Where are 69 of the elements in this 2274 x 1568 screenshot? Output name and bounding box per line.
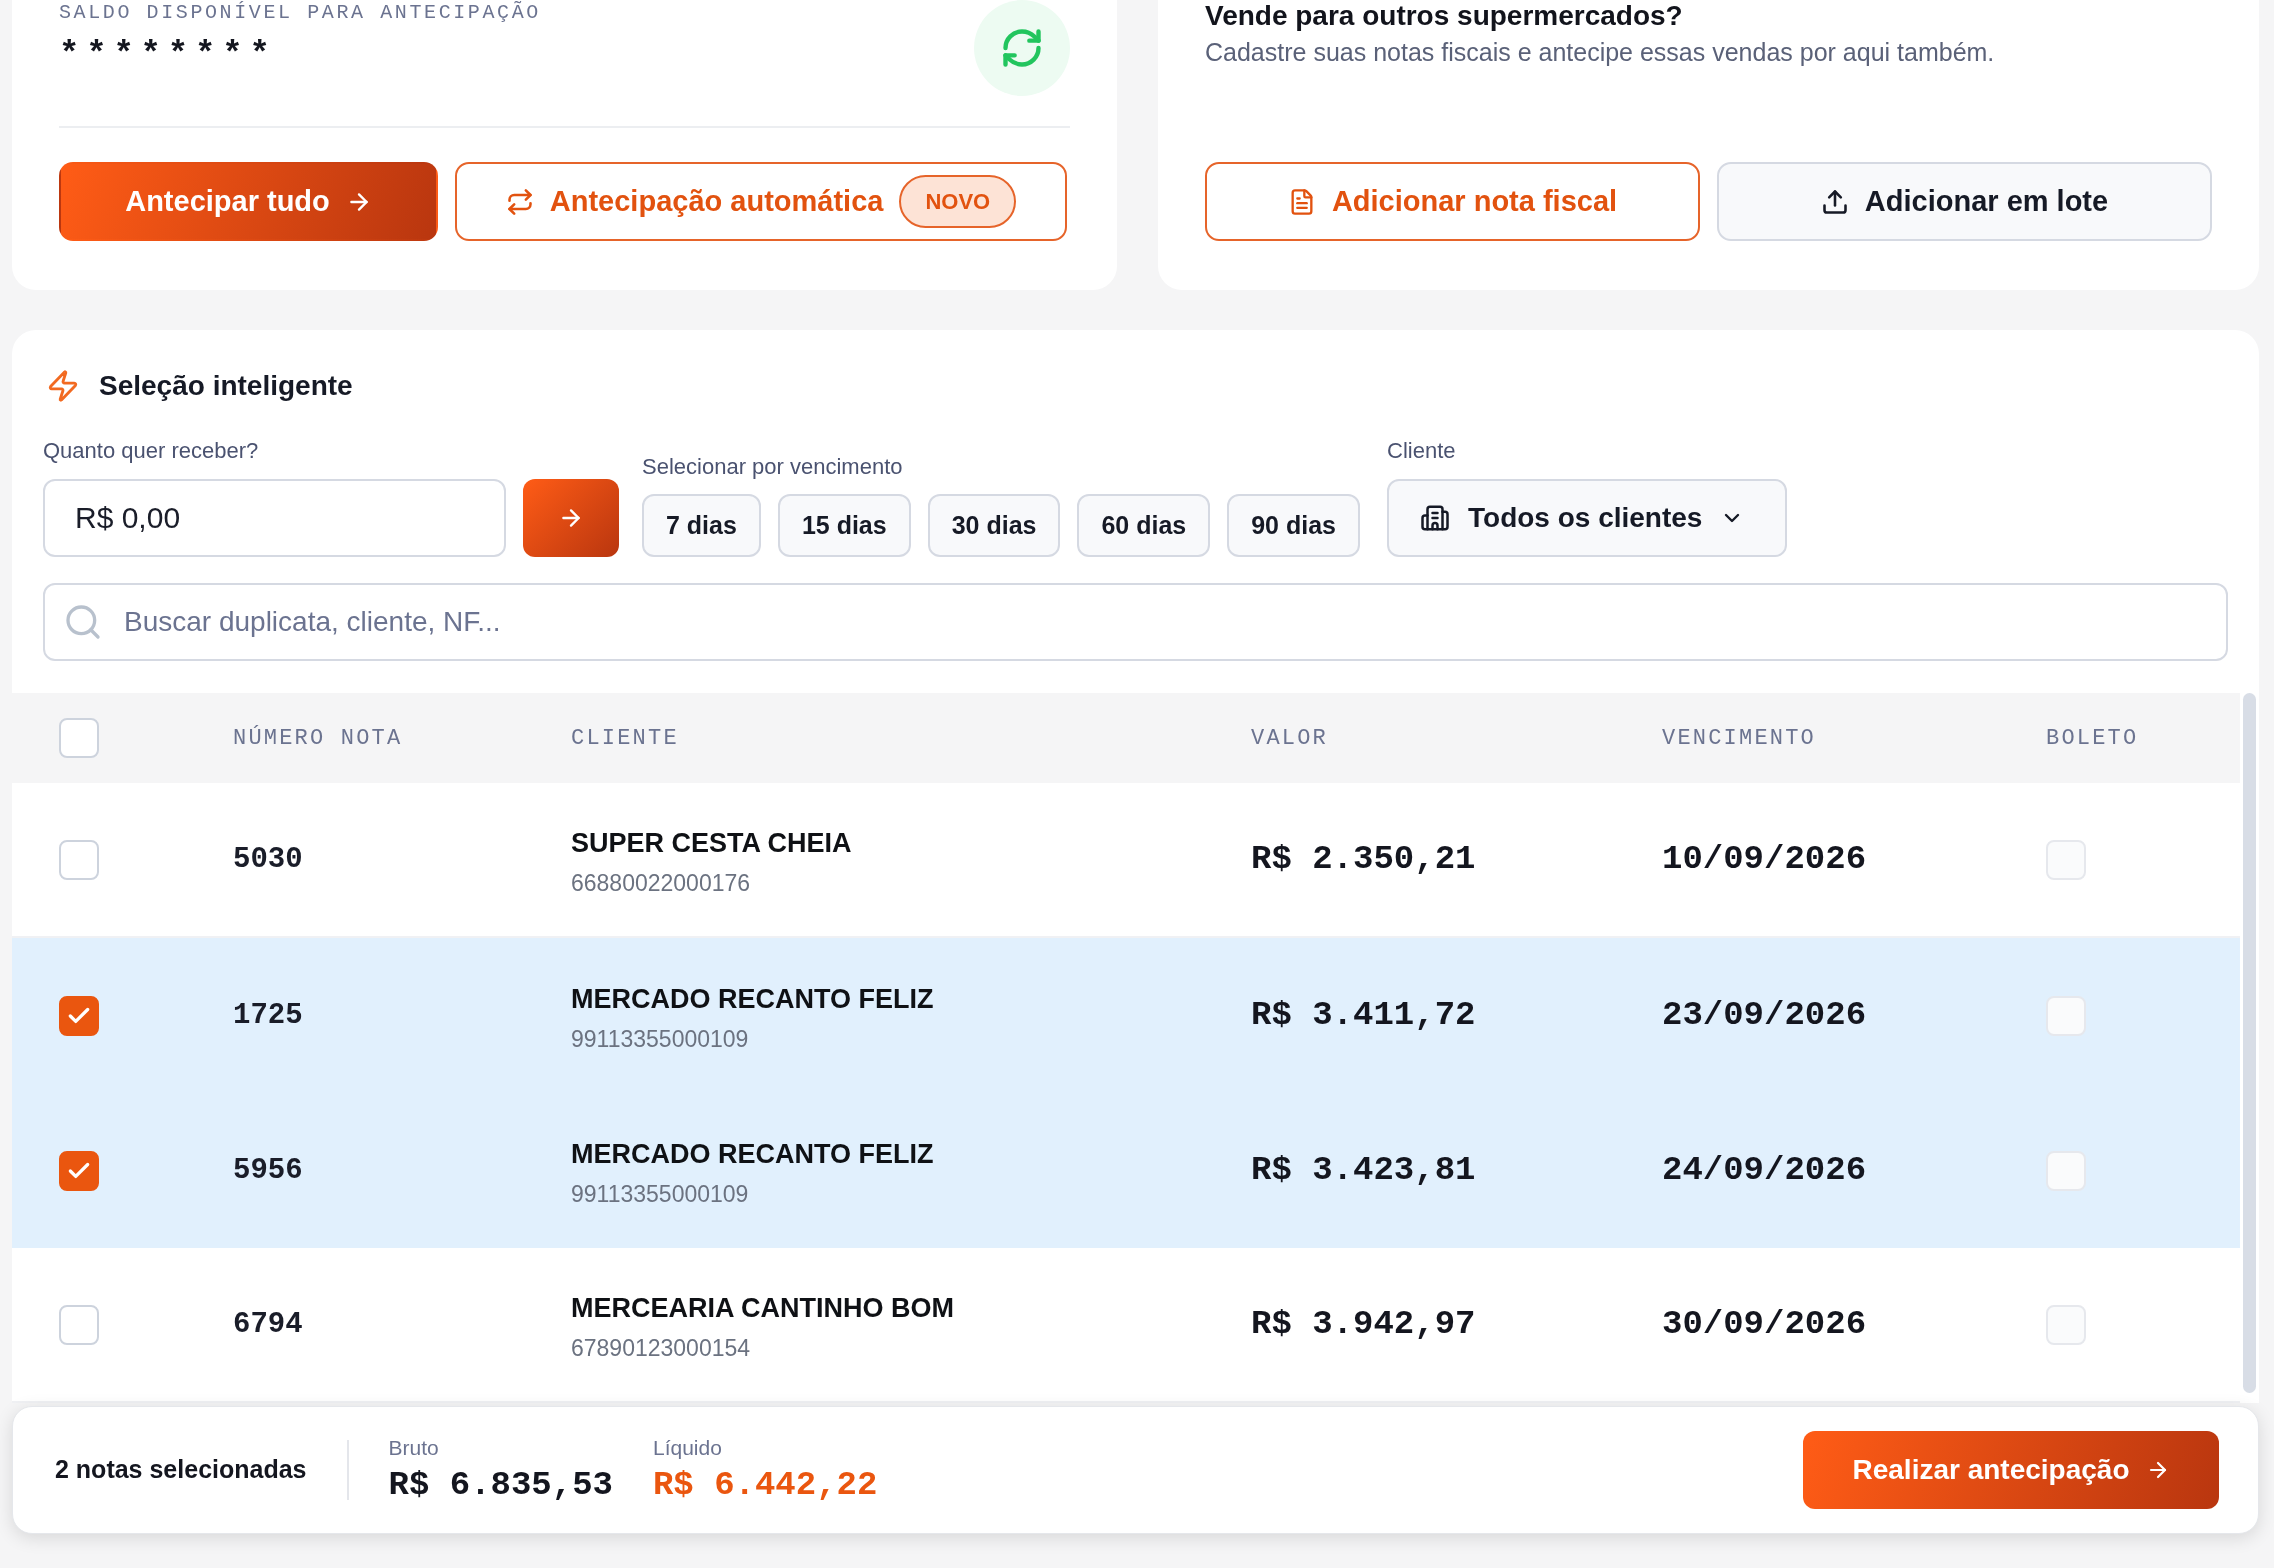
due-filter-chip[interactable]: 90 dias bbox=[1227, 494, 1360, 557]
boleto-checkbox[interactable] bbox=[2046, 1150, 2086, 1191]
anticipate-all-button[interactable]: Antecipar tudo bbox=[59, 162, 438, 241]
select-all-checkbox[interactable] bbox=[59, 718, 99, 758]
scrollbar[interactable] bbox=[2243, 693, 2256, 1393]
upload-icon bbox=[1820, 187, 1849, 216]
search-field[interactable]: Buscar duplicata, cliente, NF... bbox=[43, 583, 2228, 661]
row-checkbox[interactable] bbox=[59, 1150, 99, 1191]
column-header: CLIENTE bbox=[571, 724, 679, 753]
balance-label: SALDO DISPONÍVEL PARA ANTECIPAÇÃO bbox=[59, 2, 541, 24]
due-date: 10/09/2026 bbox=[1662, 839, 1867, 880]
lightning-icon bbox=[46, 369, 80, 403]
client-name: SUPER CESTA CHEIA bbox=[571, 826, 852, 859]
field-label: Cliente bbox=[1387, 438, 1456, 464]
client-name: MERCEARIA CANTINHO BOM bbox=[571, 1291, 954, 1324]
column-header: VENCIMENTO bbox=[1662, 724, 1817, 753]
net-label: Líquido bbox=[652, 1435, 722, 1460]
gross-label: Bruto bbox=[388, 1435, 439, 1460]
amount-value: R$ 2.350,21 bbox=[1251, 839, 1476, 880]
invoice-number: 1725 bbox=[233, 997, 303, 1034]
net-value: R$ 6.442,22 bbox=[652, 1464, 878, 1505]
row-checkbox[interactable] bbox=[59, 995, 99, 1036]
field-label: Quanto quer receber? bbox=[43, 438, 259, 464]
apply-amount-button[interactable] bbox=[523, 479, 619, 557]
table-row[interactable]: 1725 MERCADO RECANTO FELIZ 99113355000109 R$ 3.411,72 23/09/2026 bbox=[12, 938, 2240, 1093]
refresh-icon bbox=[1000, 26, 1044, 70]
building-icon bbox=[1420, 503, 1450, 533]
gross-value: R$ 6.835,53 bbox=[388, 1464, 613, 1505]
hidden-balance: ******** bbox=[59, 34, 277, 74]
column-header: NÚMERO NOTA bbox=[233, 724, 403, 753]
amount-input[interactable]: R$ 0,00 bbox=[43, 479, 506, 557]
search-icon bbox=[63, 602, 103, 642]
tax-id: 67890123000154 bbox=[571, 1333, 751, 1362]
card-description: Cadastre suas notas fiscais e antecipe essas vendas por aqui também. bbox=[1205, 37, 1995, 68]
tax-id: 99113355000109 bbox=[571, 1179, 749, 1208]
tax-id: 66880022000176 bbox=[571, 868, 751, 897]
amount-value: R$ 3.411,72 bbox=[1251, 995, 1476, 1036]
amount-value: R$ 3.942,97 bbox=[1251, 1304, 1476, 1345]
column-header: VALOR bbox=[1251, 724, 1328, 753]
auto-anticipation-button[interactable]: Antecipação automática NOVO bbox=[455, 162, 1067, 241]
boleto-checkbox[interactable] bbox=[2046, 1304, 2086, 1345]
invoice-number: 5030 bbox=[233, 841, 303, 878]
client-name: MERCADO RECANTO FELIZ bbox=[571, 1137, 934, 1170]
add-invoice-button[interactable]: Adicionar nota fiscal bbox=[1205, 162, 1700, 241]
new-badge: NOVO bbox=[899, 175, 1017, 228]
due-date: 30/09/2026 bbox=[1662, 1304, 1867, 1345]
client-name: MERCADO RECANTO FELIZ bbox=[571, 982, 934, 1015]
invoice-number: 5956 bbox=[233, 1152, 303, 1189]
column-header: BOLETO bbox=[2046, 724, 2139, 753]
invoice-number: 6794 bbox=[233, 1306, 303, 1343]
repeat-arrows-icon bbox=[505, 187, 534, 216]
section-title: Seleção inteligente bbox=[99, 369, 353, 403]
card-title: Vende para outros supermercados? bbox=[1205, 0, 1683, 32]
confirm-anticipation-button[interactable]: Realizar antecipação bbox=[1803, 1431, 2219, 1509]
boleto-checkbox[interactable] bbox=[2046, 839, 2086, 880]
due-filter-chip[interactable]: 60 dias bbox=[1077, 494, 1211, 557]
batch-upload-button[interactable]: Adicionar em lote bbox=[1717, 162, 2212, 241]
due-date: 24/09/2026 bbox=[1662, 1150, 1867, 1191]
due-filter-chip[interactable]: 30 dias bbox=[927, 494, 1061, 557]
due-filter-chip[interactable]: 15 dias bbox=[777, 494, 911, 557]
amount-value: R$ 3.423,81 bbox=[1251, 1150, 1476, 1191]
table-row[interactable]: 5956 MERCADO RECANTO FELIZ 99113355000109 R$ 3.423,81 24/09/2026 bbox=[12, 1093, 2240, 1248]
due-date: 23/09/2026 bbox=[1662, 995, 1867, 1036]
selected-count: 2 notas selecionadas bbox=[55, 1454, 307, 1486]
tax-id: 99113355000109 bbox=[571, 1024, 749, 1053]
boleto-checkbox[interactable] bbox=[2046, 995, 2086, 1036]
field-label: Selecionar por vencimento bbox=[642, 454, 903, 480]
due-filter-chip[interactable]: 7 dias bbox=[642, 494, 761, 557]
client-dropdown[interactable]: Todos os clientes bbox=[1387, 479, 1787, 557]
